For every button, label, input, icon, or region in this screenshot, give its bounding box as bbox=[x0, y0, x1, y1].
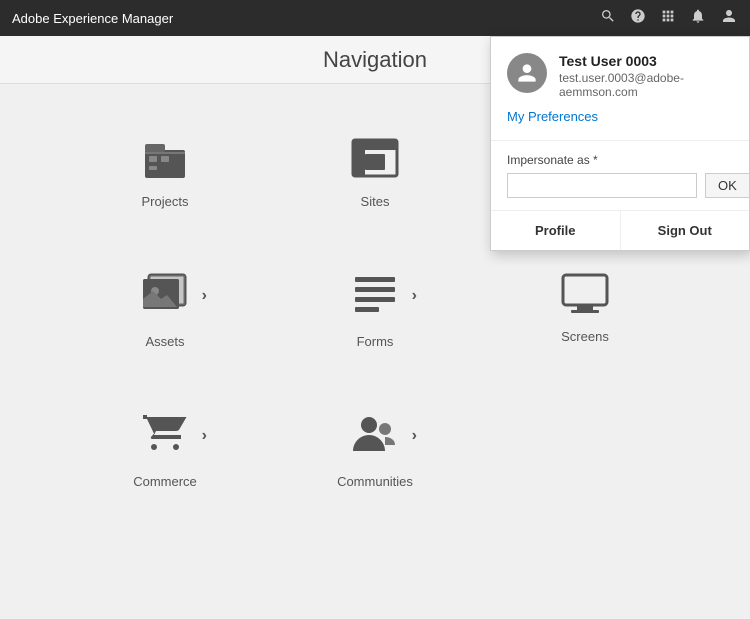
signout-button[interactable]: Sign Out bbox=[620, 211, 750, 250]
header: Adobe Experience Manager bbox=[0, 0, 750, 36]
user-email: test.user.0003@adobe-aemmson.com bbox=[559, 71, 733, 99]
profile-button[interactable]: Profile bbox=[491, 211, 620, 250]
screens-icon bbox=[561, 269, 609, 317]
impersonate-row: OK bbox=[507, 173, 733, 198]
screens-label: Screens bbox=[561, 329, 609, 344]
user-panel-top: Test User 0003 test.user.0003@adobe-aemm… bbox=[491, 37, 749, 141]
user-avatar-header[interactable] bbox=[720, 7, 738, 30]
impersonate-section: Impersonate as * OK bbox=[491, 141, 749, 211]
user-avatar bbox=[507, 53, 547, 93]
nav-item-projects[interactable]: Projects bbox=[60, 104, 270, 229]
nav-item-forms[interactable]: › Forms bbox=[270, 239, 480, 369]
projects-label: Projects bbox=[142, 194, 189, 209]
nav-bar-title: Navigation bbox=[323, 47, 427, 73]
forms-icon bbox=[351, 269, 399, 317]
header-icons bbox=[600, 7, 738, 30]
ok-button[interactable]: OK bbox=[705, 173, 750, 198]
help-icon[interactable] bbox=[630, 8, 646, 29]
nav-item-assets[interactable]: › Assets bbox=[60, 239, 270, 369]
search-icon[interactable] bbox=[600, 8, 616, 29]
apps-icon[interactable] bbox=[660, 8, 676, 29]
communities-icon bbox=[351, 409, 399, 457]
commerce-label: Commerce bbox=[133, 474, 197, 489]
impersonate-label: Impersonate as * bbox=[507, 153, 733, 167]
nav-item-sites[interactable]: Sites bbox=[270, 104, 480, 229]
projects-icon bbox=[141, 134, 189, 182]
app-title: Adobe Experience Manager bbox=[12, 11, 600, 26]
impersonate-input[interactable] bbox=[507, 173, 697, 198]
communities-label: Communities bbox=[337, 474, 413, 489]
forms-label: Forms bbox=[357, 334, 394, 349]
notifications-icon[interactable] bbox=[690, 8, 706, 29]
assets-label: Assets bbox=[145, 334, 184, 349]
user-info: Test User 0003 test.user.0003@adobe-aemm… bbox=[507, 53, 733, 99]
sites-label: Sites bbox=[361, 194, 390, 209]
user-panel-actions: Profile Sign Out bbox=[491, 211, 749, 250]
user-text-block: Test User 0003 test.user.0003@adobe-aemm… bbox=[559, 53, 733, 99]
nav-item-screens[interactable]: Screens bbox=[480, 239, 690, 369]
nav-item-communities[interactable]: › Communities bbox=[270, 379, 480, 509]
my-preferences-link[interactable]: My Preferences bbox=[507, 109, 733, 124]
commerce-icon bbox=[141, 409, 189, 457]
nav-item-commerce[interactable]: › Commerce bbox=[60, 379, 270, 509]
assets-icon bbox=[141, 269, 189, 317]
user-panel: Test User 0003 test.user.0003@adobe-aemm… bbox=[490, 36, 750, 251]
user-name: Test User 0003 bbox=[559, 53, 733, 69]
sites-icon bbox=[351, 134, 399, 182]
